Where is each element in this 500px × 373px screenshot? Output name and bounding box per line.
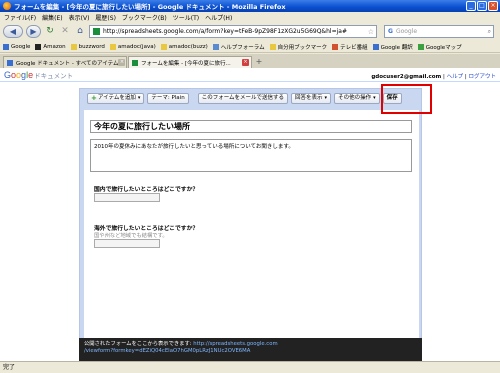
stop-icon[interactable]: ✕	[59, 25, 71, 38]
search-box[interactable]: G Google ⌕	[384, 25, 494, 38]
menu-help[interactable]: ヘルプ(H)	[205, 13, 232, 22]
forum-favicon	[212, 43, 219, 50]
plus-icon: +	[91, 93, 97, 102]
form-editor: + アイテムを追加 ▾ テーマ: Plain このフォームをメールで送信する 回答を…	[79, 88, 422, 344]
new-tab-button[interactable]: +	[253, 57, 265, 68]
status-bar: 完了	[0, 361, 500, 373]
bookmark-tv[interactable]: テレビ番組	[332, 43, 368, 51]
window-title-bar: フォームを編集 - [今年の夏に旅行したい場所] - Google ドキュメント…	[0, 0, 500, 12]
close-window-button[interactable]: ×	[488, 1, 498, 11]
folder-icon	[109, 43, 116, 50]
user-email: gdocuser2@gmail.com	[371, 74, 442, 80]
form-body: 今年の夏に旅行したい場所 2010年の夏休みにあなたが旅行したいと思っている場所…	[84, 110, 419, 343]
user-nav: gdocuser2@gmail.com | ヘルプ | ログアウト	[371, 74, 496, 80]
bookmark-my-bookmarks[interactable]: 自分用ブックマーク	[269, 43, 327, 51]
published-form-link[interactable]: http://spreadsheets.google.com	[193, 341, 277, 347]
navigation-toolbar: ◀ ▶ ↻ ✕ ⌂ http://spreadsheets.google.com…	[0, 22, 500, 41]
published-form-footer: 公開されたフォームをここから表示できます: http://spreadsheet…	[79, 338, 422, 361]
back-button[interactable]: ◀	[3, 25, 23, 38]
menu-bar: ファイル(F) 編集(E) 表示(V) 履歴(S) ブックマーク(B) ツール(…	[0, 12, 500, 22]
maximize-button[interactable]: □	[477, 1, 487, 11]
form-title-input[interactable]: 今年の夏に旅行したい場所	[90, 120, 412, 133]
form-description-input[interactable]: 2010年の夏休みにあなたが旅行したいと思っている場所についてお聞きします。	[90, 139, 412, 172]
folder-icon	[269, 43, 276, 50]
minimize-button[interactable]: _	[466, 1, 476, 11]
forward-button[interactable]: ▶	[26, 25, 41, 38]
tab-label: Google ドキュメント - すべてのアイテム	[16, 60, 119, 67]
url-text: http://spreadsheets.google.com/a/form?ke…	[103, 28, 347, 35]
question-2-input[interactable]	[94, 239, 160, 248]
bookmark-amazon[interactable]: Amazon	[35, 43, 66, 50]
close-tab-icon[interactable]: ×	[118, 59, 126, 66]
tab-docs-list[interactable]: Google ドキュメント - すべてのアイテム ×	[3, 56, 127, 68]
bookmark-buzzword[interactable]: buzzword	[70, 43, 105, 50]
google-favicon	[3, 43, 9, 50]
tab-bar: Google ドキュメント - すべてのアイテム × フォームを編集 - [今年…	[0, 54, 500, 68]
question-2-help: 国や州など地域でも結構です。	[94, 233, 168, 239]
chevron-down-icon: ▾	[137, 94, 141, 101]
save-highlight-box	[381, 84, 432, 114]
bookmark-amadoc-buzz[interactable]: amadoc(buzz)	[160, 43, 208, 50]
search-placeholder: Google	[395, 28, 418, 35]
bookmark-maps[interactable]: Googleマップ	[417, 43, 462, 51]
question-1-input[interactable]	[94, 193, 160, 202]
bookmarks-bar: Google Amazon buzzword amadoc(java) amad…	[0, 41, 500, 53]
folder-icon	[70, 43, 77, 50]
tv-favicon	[332, 43, 339, 50]
firefox-icon	[3, 2, 11, 10]
menu-bookmarks[interactable]: ブックマーク(B)	[122, 13, 167, 22]
folder-icon	[160, 43, 167, 50]
tab-label: フォームを編集 - [今年の夏に旅行...	[141, 60, 231, 67]
bookmark-google[interactable]: Google	[3, 43, 30, 50]
bookmark-amadoc-java[interactable]: amadoc(java)	[109, 43, 156, 50]
footer-text: 公開されたフォームをここから表示できます:	[84, 341, 194, 347]
google-search-icon: G	[388, 28, 393, 35]
home-icon[interactable]: ⌂	[74, 25, 86, 38]
maps-favicon	[417, 43, 424, 50]
spreadsheet-favicon	[132, 59, 138, 66]
logout-link[interactable]: ログアウト	[468, 74, 496, 80]
menu-history[interactable]: 履歴(S)	[95, 13, 116, 22]
menu-file[interactable]: ファイル(F)	[4, 13, 36, 22]
more-actions-button[interactable]: その他の操作 ▾	[334, 92, 380, 104]
bookmark-translate[interactable]: Google 翻訳	[372, 43, 413, 51]
help-link[interactable]: ヘルプ	[447, 74, 464, 80]
window-title: フォームを編集 - [今年の夏に旅行したい場所] - Google ドキュメント…	[14, 3, 286, 11]
menu-tools[interactable]: ツール(T)	[173, 13, 199, 22]
email-form-button[interactable]: このフォームをメールで送信する	[197, 92, 289, 104]
amazon-favicon	[35, 43, 42, 50]
site-favicon	[93, 28, 100, 35]
form-toolbar: + アイテムを追加 ▾ テーマ: Plain このフォームをメールで送信する 回答を…	[82, 91, 421, 105]
close-tab-icon[interactable]: ×	[242, 59, 249, 66]
chevron-down-icon: ▾	[373, 94, 376, 101]
tab-edit-form[interactable]: フォームを編集 - [今年の夏に旅行... ×	[128, 56, 252, 68]
menu-view[interactable]: 表示(V)	[69, 13, 90, 22]
view-responses-button[interactable]: 回答を表示 ▾	[291, 92, 332, 104]
google-docs-logo[interactable]: Googleドキュメント	[4, 70, 73, 80]
question-1-label: 国内で旅行したいところはどこですか？	[94, 187, 199, 193]
url-bar[interactable]: http://spreadsheets.google.com/a/form?ke…	[89, 25, 377, 38]
reload-icon[interactable]: ↻	[44, 25, 56, 38]
chevron-down-icon: ▾	[324, 94, 328, 101]
bookmark-star-icon[interactable]: ☆	[368, 28, 374, 36]
bookmark-help-forum[interactable]: ヘルプフォーラム	[212, 43, 265, 51]
google-header: Googleドキュメント gdocuser2@gmail.com | ヘルプ |…	[0, 68, 500, 82]
docs-favicon	[7, 59, 13, 66]
theme-button[interactable]: テーマ: Plain	[147, 92, 189, 104]
published-form-link-cont[interactable]: /viewform?formkey=dEZiQ04cEIaO7hGM0pLRzJ…	[84, 348, 250, 354]
add-item-button[interactable]: + アイテムを追加 ▾	[87, 92, 145, 104]
menu-edit[interactable]: 編集(E)	[42, 13, 62, 22]
window-controls: _ □ ×	[466, 1, 498, 11]
translate-favicon	[372, 43, 379, 50]
search-icon[interactable]: ⌕	[488, 28, 491, 36]
header-divider	[0, 81, 500, 82]
